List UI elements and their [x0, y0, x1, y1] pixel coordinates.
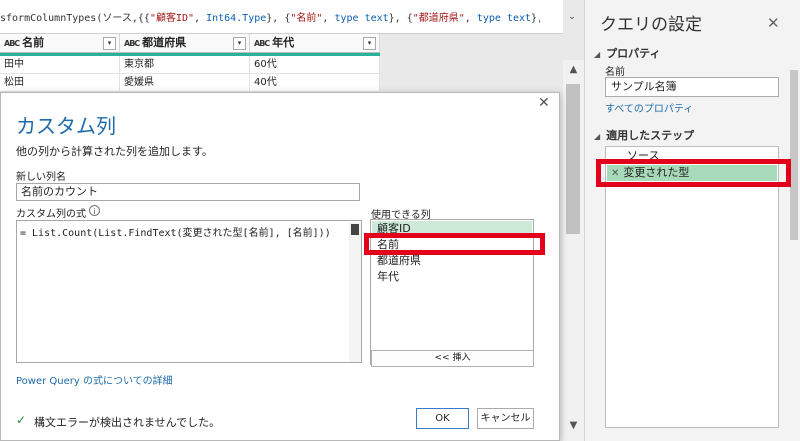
scroll-up-icon[interactable]: ▲	[563, 64, 584, 80]
power-query-help-link[interactable]: Power Query の式についての詳細	[16, 372, 173, 387]
highlight-box-name-column	[364, 233, 545, 255]
formula-segment: }, {	[266, 13, 291, 24]
close-icon[interactable]: ✕	[538, 95, 550, 111]
scroll-down-icon[interactable]: ▼	[563, 420, 584, 436]
editor-scrollbar-thumb[interactable]	[351, 224, 359, 235]
check-icon: ✓	[16, 413, 27, 427]
filter-dropdown-icon[interactable]: ▾	[233, 37, 246, 50]
text-type-icon[interactable]: ABC	[124, 39, 140, 48]
formula-segment: "顧客ID"	[149, 13, 195, 24]
ok-button[interactable]: OK	[416, 408, 469, 429]
formula-bar-text[interactable]: sformColumnTypes(ソース,{{"顧客ID", Int64.Typ…	[0, 9, 540, 27]
text-type-icon[interactable]: ABC	[254, 39, 270, 48]
filter-dropdown-icon[interactable]: ▾	[363, 37, 376, 50]
formula-editor-text[interactable]: = List.Count(List.FindText(変更された型[名前], […	[20, 224, 331, 239]
available-column-item[interactable]: 年代	[372, 269, 532, 285]
table-cell[interactable]: 東京都	[120, 56, 250, 74]
column-header-name[interactable]: ABC 名前 ▾	[0, 34, 120, 53]
formula-segment: type text	[476, 13, 532, 24]
column-header-prefecture[interactable]: ABC 都道府県 ▾	[120, 34, 250, 53]
chevron-down-icon[interactable]: ⌄	[563, 9, 581, 25]
formula-segment: ,	[322, 13, 335, 24]
new-column-name-label: 新しい列名	[16, 172, 66, 183]
filter-dropdown-icon[interactable]: ▾	[103, 37, 116, 50]
dialog-title: カスタム列	[16, 114, 116, 138]
syntax-status-text: 構文エラーが検出されませんでした。	[34, 416, 221, 429]
query-settings-pane: クエリの設定 ✕ ◢ プロパティ 名前 サンプル名簿 すべてのプロパティ ◢ 適用し…	[584, 0, 800, 441]
info-icon[interactable]: i	[89, 205, 100, 216]
data-grid: ABC 名前 ▾ ABC 都道府県 ▾ ABC 年代 ▾ 田中 東京都 60代 松田 …	[0, 34, 380, 94]
formula-segment: ,	[194, 13, 207, 24]
custom-formula-label: カスタム列の式	[16, 209, 86, 220]
table-cell[interactable]: 松田	[0, 74, 120, 92]
pane-title: クエリの設定	[600, 15, 702, 35]
applied-steps-list[interactable]: ソース ✕ 変更された型	[605, 146, 779, 428]
formula-segment: }, {	[388, 13, 413, 24]
formula-segment: ,	[464, 13, 477, 24]
highlight-box-changed-type-step	[596, 159, 791, 187]
all-properties-link[interactable]: すべてのプロパティ	[605, 100, 693, 115]
query-name-input[interactable]: サンプル名簿	[605, 77, 779, 97]
custom-formula-editor[interactable]: = List.Count(List.FindText(変更された型[名前], […	[16, 220, 362, 363]
section-title: プロパティ	[606, 47, 661, 60]
formula-segment: }, {	[531, 13, 540, 24]
collapse-arrow-icon[interactable]: ◢	[594, 132, 600, 141]
editor-scrollbar[interactable]	[349, 222, 361, 362]
column-header-label: 都道府県	[142, 36, 187, 49]
formula-segment: "都道府県"	[412, 13, 465, 24]
formula-bar[interactable]: sformColumnTypes(ソース,{{"顧客ID", Int64.Typ…	[0, 0, 576, 34]
custom-column-dialog: ✕ カスタム列 他の列から計算された列を追加します。 新しい列名 名前のカウント…	[0, 92, 560, 441]
dialog-description: 他の列から計算された列を追加します。	[16, 145, 213, 158]
cancel-button[interactable]: キャンセル	[477, 408, 534, 429]
table-cell[interactable]: 40代	[250, 74, 380, 92]
pane-scrollbar-thumb[interactable]	[790, 70, 798, 240]
formula-segment: type text	[334, 13, 389, 24]
close-icon[interactable]: ✕	[767, 14, 780, 32]
column-header-label: 年代	[272, 36, 295, 49]
insert-button[interactable]: << 挿入	[371, 350, 534, 367]
properties-section-header[interactable]: ◢ プロパティ	[594, 45, 661, 61]
section-title: 適用したステップ	[606, 129, 695, 142]
column-header-label: 名前	[22, 36, 45, 49]
formula-segment: Int64.Type	[206, 13, 267, 24]
applied-steps-section-header[interactable]: ◢ 適用したステップ	[594, 127, 694, 143]
text-type-icon[interactable]: ABC	[4, 39, 20, 48]
column-header-age[interactable]: ABC 年代 ▾	[250, 34, 380, 53]
new-column-name-input[interactable]: 名前のカウント	[16, 183, 360, 201]
table-cell[interactable]: 愛媛県	[120, 74, 250, 92]
collapse-arrow-icon[interactable]: ◢	[594, 50, 600, 59]
formula-segment: sformColumnTypes(ソース,{{	[0, 13, 150, 24]
formula-segment: "名前"	[290, 13, 323, 24]
query-name-label: 名前	[605, 67, 625, 78]
available-column-item[interactable]: 都道府県	[372, 253, 532, 269]
table-cell[interactable]: 60代	[250, 56, 380, 74]
scrollbar-thumb[interactable]	[566, 84, 580, 234]
table-cell[interactable]: 田中	[0, 56, 120, 74]
